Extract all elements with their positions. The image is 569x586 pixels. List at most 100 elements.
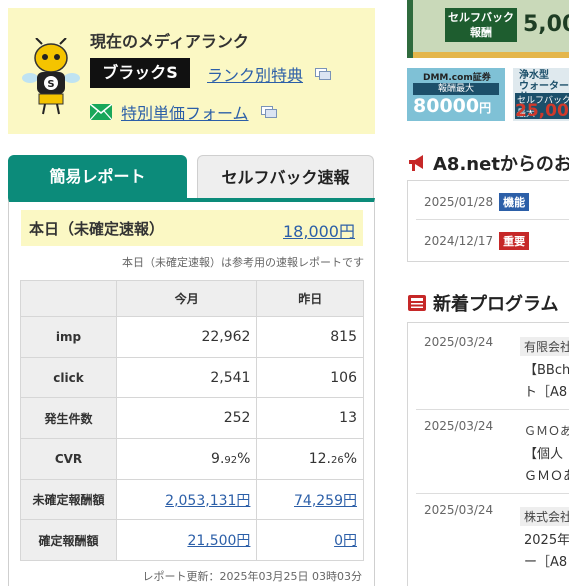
table-row: 確定報酬額 21,500円 0円 bbox=[20, 519, 364, 562]
external-window-icon bbox=[315, 68, 331, 80]
table-header-this-month: 今月 bbox=[115, 280, 258, 317]
selfback-reward-banner[interactable]: セルフバック 報酬 5,000 bbox=[407, 0, 569, 58]
program-company: 株式会社 bbox=[520, 507, 569, 526]
table-row: CVR 9.92% 12.26% bbox=[20, 438, 364, 480]
divider bbox=[416, 409, 569, 410]
newspaper-icon bbox=[408, 295, 426, 311]
list-item[interactable]: 2025/01/28 機能 bbox=[424, 193, 530, 211]
pending-this-month-link[interactable]: 2,053,131円 bbox=[165, 493, 250, 509]
program-title-line1: 【個人 bbox=[524, 447, 564, 462]
pending-yesterday-cell: 74,259円 bbox=[256, 478, 364, 521]
today-note: 本日（未確定速報）は参考用の速報レポートです bbox=[122, 256, 364, 269]
program-company: ＧＭＯあ bbox=[524, 424, 569, 438]
svg-text:S: S bbox=[47, 79, 54, 90]
water-banner-title-line1: 浄水型 bbox=[519, 70, 549, 81]
program-date: 2025/03/24 bbox=[424, 503, 494, 517]
table-row: imp 22,962 815 bbox=[20, 316, 364, 358]
cvr-this-month-unit: % bbox=[237, 450, 251, 467]
row-label-count: 発生件数 bbox=[20, 397, 117, 440]
dmm-logo: DMM.com証券 bbox=[423, 73, 491, 83]
confirmed-yesterday-link[interactable]: 0円 bbox=[334, 533, 357, 549]
notice-heading-text: A8.netからのお bbox=[433, 154, 569, 175]
pending-yesterday-link[interactable]: 74,259円 bbox=[294, 493, 357, 509]
rank-benefit-link-wrap: ランク別特典 bbox=[207, 62, 331, 86]
new-programs-list: 2025/03/24 有限会社 【BBch ト［A8 2025/03/24 ＧＭ… bbox=[407, 322, 569, 586]
dmm-banner-yen: 円 bbox=[479, 101, 492, 115]
list-item[interactable]: 2024/12/17 重要 bbox=[424, 232, 530, 250]
program-date: 2025/03/24 bbox=[424, 335, 494, 349]
dmm-securities-banner[interactable]: DMM.com証券 報酬最大 80000円 bbox=[407, 68, 505, 121]
confirmed-this-month-cell: 21,500円 bbox=[115, 519, 258, 562]
table-header-corner bbox=[20, 280, 117, 317]
pending-this-month-cell: 2,053,131円 bbox=[115, 478, 258, 521]
water-server-banner[interactable]: 浄水型 ウォーターサ セルフバック最大 25,000 bbox=[513, 68, 569, 121]
table-row: 発生件数 252 13 bbox=[20, 397, 364, 440]
program-title-line2: ー［A8 bbox=[524, 555, 568, 570]
notice-badge: 機能 bbox=[499, 193, 530, 211]
confirmed-yesterday-cell: 0円 bbox=[256, 519, 364, 562]
selfback-banner-body: セルフバック 報酬 5,000 bbox=[413, 0, 569, 58]
selfback-banner-amount: 5,000 bbox=[523, 12, 569, 37]
confirmed-this-month-link[interactable]: 21,500円 bbox=[187, 533, 250, 549]
mail-icon bbox=[90, 104, 112, 120]
divider bbox=[416, 219, 569, 220]
report-updated-time: レポート更新：2025年03月25日 03時03分 bbox=[142, 570, 362, 583]
click-this-month: 2,541 bbox=[115, 356, 258, 399]
selfback-banner-tag: セルフバック 報酬 bbox=[445, 8, 517, 42]
row-label-confirmed-reward: 確定報酬額 bbox=[20, 519, 117, 562]
rank-title: 現在のメディアランク bbox=[90, 32, 249, 51]
rank-benefit-link[interactable]: ランク別特典 bbox=[207, 66, 303, 85]
notice-section-heading: A8.netからのお bbox=[407, 150, 569, 176]
table-header-row: 今月 昨日 bbox=[20, 280, 364, 317]
notice-date: 2025/01/28 bbox=[424, 195, 494, 209]
today-row: 本日（未確定速報） 18,000円 bbox=[21, 210, 363, 246]
program-title-line1: 2025年 bbox=[524, 533, 569, 548]
today-value-link[interactable]: 18,000円 bbox=[283, 218, 355, 242]
special-form-link-wrap: 特別単価フォーム bbox=[121, 100, 277, 124]
table-row: click 2,541 106 bbox=[20, 356, 364, 399]
selfback-banner-tag-line1: セルフバック bbox=[448, 11, 514, 24]
divider bbox=[416, 493, 569, 494]
cvr-yesterday-unit: % bbox=[343, 450, 357, 467]
row-label-click: click bbox=[20, 356, 117, 399]
today-label: 本日（未確定速報） bbox=[29, 220, 165, 238]
row-label-pending-reward: 未確定報酬額 bbox=[20, 478, 117, 521]
cvr-yesterday: 12.26% bbox=[256, 438, 364, 480]
bee-mascot-icon: S bbox=[22, 38, 80, 115]
tab-simple-report[interactable]: 簡易レポート bbox=[8, 155, 187, 198]
cvr-this-month-int: 9. bbox=[211, 450, 225, 467]
cvr-yesterday-dec: 26 bbox=[330, 454, 344, 466]
dmm-banner-amount: 80000 bbox=[413, 95, 480, 117]
report-panel: 本日（未確定速報） 18,000円 本日（未確定速報）は参考用の速報レポートです… bbox=[8, 198, 375, 586]
report-table: 今月 昨日 imp 22,962 815 click 2,541 106 発生件… bbox=[20, 280, 364, 562]
imp-this-month: 22,962 bbox=[115, 316, 258, 358]
notice-date: 2024/12/17 bbox=[424, 234, 494, 248]
table-row: 未確定報酬額 2,053,131円 74,259円 bbox=[20, 478, 364, 521]
megaphone-icon bbox=[409, 155, 423, 171]
tab-selfback-report[interactable]: セルフバック速報 bbox=[197, 155, 374, 198]
notice-list: 2025/01/28 機能 2024/12/17 重要 bbox=[407, 180, 569, 262]
selfback-banner-tag-line2: 報酬 bbox=[470, 26, 492, 39]
program-company: 有限会社 bbox=[520, 337, 569, 356]
cvr-this-month-dec: 92 bbox=[224, 454, 238, 466]
dmm-banner-sub: 報酬最大 bbox=[413, 83, 499, 95]
table-header-yesterday: 昨日 bbox=[256, 280, 364, 317]
rank-badge: ブラックS bbox=[90, 58, 190, 88]
new-programs-heading-text: 新着プログラム bbox=[433, 294, 559, 315]
media-rank-box: S 現在のメディアランク ブラックS ランク別特典 特別単価フォーム bbox=[8, 8, 375, 134]
water-banner-amount: 25,000 bbox=[515, 101, 569, 121]
dmm-banner-amount-wrap: 80000円 bbox=[413, 95, 491, 117]
new-programs-heading: 新着プログラム bbox=[407, 290, 558, 316]
program-title-line1: 【BBch bbox=[524, 363, 569, 378]
row-label-cvr: CVR bbox=[20, 438, 117, 480]
program-title-line2: ＧＭＯあ bbox=[524, 469, 569, 484]
special-price-form-link[interactable]: 特別単価フォーム bbox=[121, 104, 249, 123]
external-window-icon bbox=[261, 106, 277, 118]
notice-badge: 重要 bbox=[499, 232, 530, 250]
program-date: 2025/03/24 bbox=[424, 419, 494, 433]
imp-yesterday: 815 bbox=[256, 316, 364, 358]
click-yesterday: 106 bbox=[256, 356, 364, 399]
count-yesterday: 13 bbox=[256, 397, 364, 440]
cvr-this-month: 9.92% bbox=[115, 438, 258, 480]
gold-coins-decoration bbox=[413, 52, 569, 58]
